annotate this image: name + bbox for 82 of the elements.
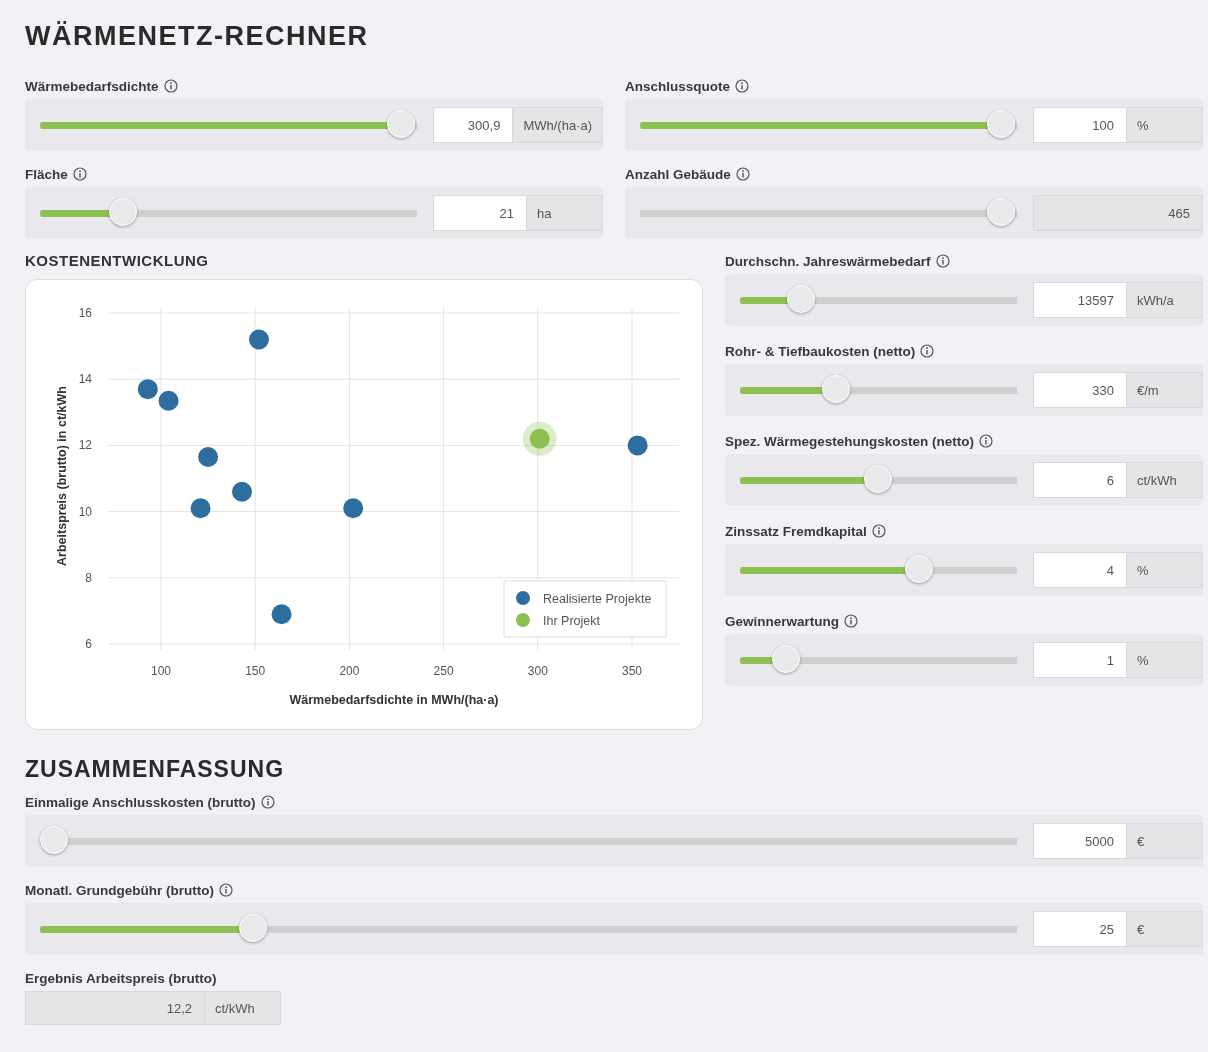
- x-tick-label: 200: [339, 664, 360, 678]
- slider-thumb[interactable]: [109, 198, 138, 226]
- slider-thumb[interactable]: [238, 914, 267, 942]
- info-icon[interactable]: [163, 79, 178, 93]
- number-input[interactable]: 1: [1033, 642, 1127, 678]
- x-tick-label: 150: [245, 664, 266, 678]
- data-point[interactable]: [198, 447, 219, 467]
- data-point[interactable]: [158, 390, 179, 411]
- slider-thumb[interactable]: [387, 110, 415, 138]
- info-icon[interactable]: [871, 524, 886, 538]
- y-tick-label: 8: [85, 570, 92, 585]
- data-point[interactable]: [248, 329, 269, 350]
- legend-label: Ihr Projekt: [543, 614, 600, 628]
- x-tick-label: 100: [151, 664, 171, 678]
- field-label: Einmalige Anschlusskosten (brutto): [25, 794, 256, 810]
- number-input[interactable]: 100: [1033, 107, 1127, 143]
- slider-thumb[interactable]: [786, 285, 815, 313]
- field-label: Ergebnis Arbeitspreis (brutto): [25, 970, 217, 986]
- info-icon[interactable]: [72, 167, 87, 181]
- y-tick-label: 14: [78, 372, 92, 387]
- unit-label: ct/kWh: [205, 991, 281, 1025]
- number-input[interactable]: 300,9: [433, 107, 514, 143]
- y-tick-label: 16: [78, 306, 92, 320]
- number-input[interactable]: 6: [1033, 462, 1127, 498]
- data-point[interactable]: [190, 498, 211, 519]
- x-tick-label: 300: [527, 664, 548, 678]
- unit-label: kWh/a: [1127, 282, 1203, 318]
- field-label: Wärmebedarfsdichte: [25, 78, 159, 94]
- info-icon[interactable]: [735, 79, 749, 93]
- unit-label: %: [1127, 552, 1203, 588]
- x-tick-label: 350: [622, 664, 642, 678]
- field-label: Durchschn. Jahreswärmebedarf: [725, 253, 931, 269]
- field-label: Anschlussquote: [625, 78, 730, 94]
- info-icon[interactable]: [935, 254, 950, 268]
- unit-label: €/m: [1127, 372, 1203, 408]
- data-point[interactable]: [137, 379, 158, 400]
- data-point[interactable]: [271, 604, 292, 625]
- x-tick-label: 250: [433, 664, 454, 678]
- number-input[interactable]: 21: [433, 195, 527, 231]
- unit-label: ct/kWh: [1127, 462, 1203, 498]
- unit-label: €: [1127, 911, 1203, 947]
- section-heading: KOSTENENTWICKLUNG: [25, 251, 210, 271]
- y-tick-label: 12: [78, 438, 92, 453]
- data-point[interactable]: [232, 481, 252, 502]
- unit-label: MWh/(ha·a): [513, 107, 603, 143]
- field-label: Fläche: [25, 166, 68, 182]
- number-input[interactable]: 330: [1033, 372, 1127, 408]
- unit-label: €: [1127, 823, 1203, 859]
- info-icon[interactable]: [920, 344, 935, 358]
- section-heading: ZUSAMMENFASSUNG: [25, 755, 286, 784]
- legend-label: Realisierte Projekte: [543, 592, 652, 606]
- field-label: Spez. Wärmegestehungskosten (netto): [725, 433, 975, 449]
- slider-thumb[interactable]: [863, 465, 892, 493]
- slider-thumb[interactable]: [772, 645, 801, 673]
- field-label: Anzahl Gebäude: [625, 166, 731, 182]
- info-icon[interactable]: [979, 434, 994, 448]
- slider-thumb[interactable]: [40, 826, 68, 854]
- number-input[interactable]: 25: [1033, 911, 1127, 947]
- y-axis-title: Arbeitspreis (brutto) in ct/kWh: [55, 386, 69, 566]
- unit-label: %: [1127, 107, 1203, 143]
- unit-label: %: [1127, 642, 1203, 678]
- slider-thumb[interactable]: [905, 555, 934, 583]
- field-label: Gewinnerwartung: [725, 613, 839, 629]
- info-icon[interactable]: [260, 795, 275, 809]
- y-tick-label: 10: [78, 504, 92, 519]
- number-input[interactable]: 13597: [1033, 282, 1127, 318]
- field-label: Monatl. Grundgebühr (brutto): [25, 882, 214, 898]
- info-icon[interactable]: [218, 883, 233, 897]
- number-input[interactable]: 5000: [1033, 823, 1127, 859]
- page-title: WÄRMENETZ-RECHNER: [25, 20, 370, 53]
- unit-label: ha: [527, 195, 603, 231]
- slider-thumb[interactable]: [821, 375, 850, 403]
- number-input[interactable]: 4: [1033, 552, 1127, 588]
- field-label: Rohr- & Tiefbaukosten (netto): [725, 343, 916, 359]
- data-point[interactable]: [343, 498, 364, 519]
- field-label: Zinssatz Fremdkapital: [725, 523, 867, 539]
- x-axis-title: Wärmebedarfsdichte in MWh/(ha·a): [289, 693, 499, 707]
- slider-thumb[interactable]: [987, 110, 1015, 138]
- y-tick-label: 6: [85, 637, 92, 651]
- result-field: 12,2: [25, 991, 205, 1025]
- info-icon[interactable]: [844, 614, 858, 628]
- data-point[interactable]: [627, 435, 648, 456]
